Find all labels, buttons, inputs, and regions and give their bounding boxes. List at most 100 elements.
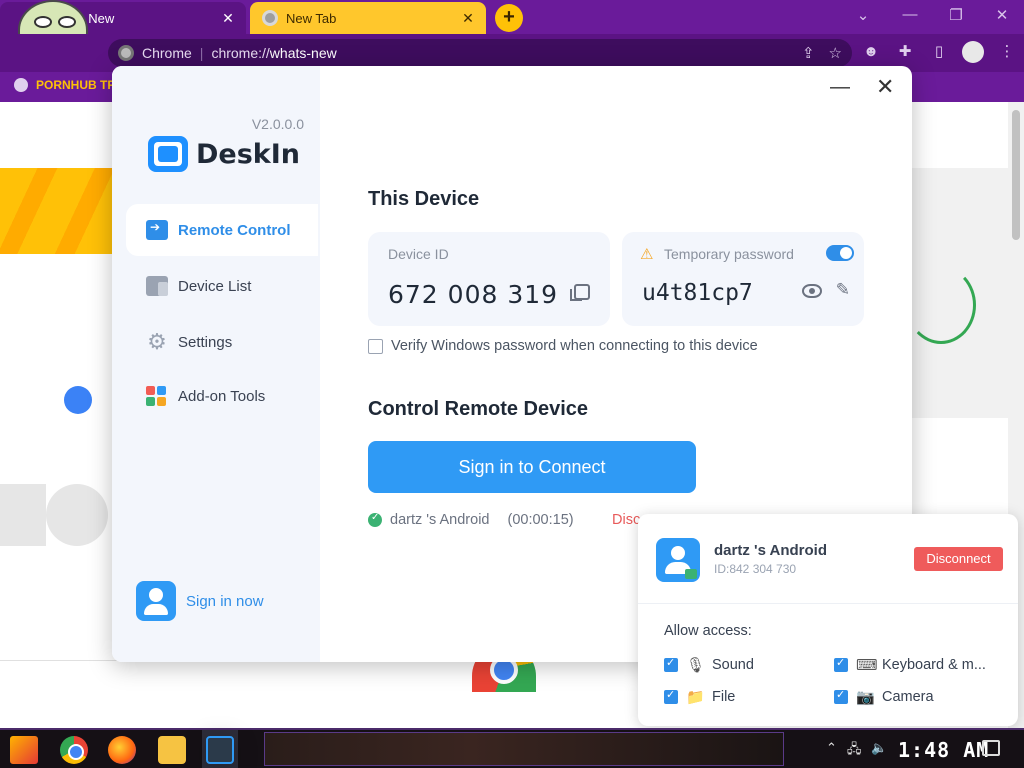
this-device-heading: This Device <box>368 188 480 210</box>
more-menu-icon[interactable]: ⋮ <box>996 41 1018 63</box>
tray-overflow-icon[interactable]: ⌃ <box>826 740 837 762</box>
device-id-label: Device ID <box>388 246 449 262</box>
file-explorer-taskbar-icon[interactable] <box>158 736 186 764</box>
deskin-taskbar-icon[interactable] <box>206 736 234 764</box>
side-panel-icon[interactable]: ▯ <box>928 41 950 63</box>
notification-center-icon[interactable] <box>982 740 1000 756</box>
taskbar-clock[interactable]: 1:48 AM <box>898 738 989 762</box>
password-toggle[interactable] <box>826 245 854 261</box>
share-icon[interactable]: ⇪ <box>802 44 815 62</box>
profile-avatar-icon[interactable] <box>962 41 984 63</box>
restore-window-button[interactable]: ❐ <box>944 6 968 24</box>
permission-sound[interactable]: 🎙 Sound <box>664 656 754 674</box>
password-label: Temporary password <box>664 246 794 262</box>
bookmark-item[interactable]: PORNHUB TR <box>14 78 116 92</box>
browser-tabstrip: t's New ✕ New Tab ✕ + ⌄ — ❐ ✕ <box>0 0 1024 60</box>
firefox-taskbar-icon[interactable] <box>108 736 136 764</box>
nav-device-list[interactable]: Device List <box>126 260 318 312</box>
remote-control-icon <box>146 220 168 240</box>
active-session: dartz 's Android (00:00:15) <box>368 512 574 528</box>
tab-label: t's New <box>72 10 115 26</box>
new-tab-button[interactable]: + <box>495 4 523 32</box>
permission-keyboard-mouse[interactable]: ⌨ Keyboard & m... <box>834 656 986 674</box>
frog-eye-icon <box>34 16 52 28</box>
omnibox-separator: | <box>199 45 204 61</box>
sign-in-to-connect-button[interactable]: Sign in to Connect <box>368 441 696 493</box>
chrome-taskbar-icon[interactable] <box>60 736 88 764</box>
network-icon[interactable]: 🖧 <box>847 740 862 762</box>
chrome-favicon-icon <box>262 10 278 26</box>
copy-icon[interactable] <box>570 284 590 301</box>
bookmark-label: PORNHUB TR <box>36 78 116 92</box>
disconnect-link[interactable]: Disc <box>612 512 640 528</box>
bookmark-star-icon[interactable]: ☆ <box>829 44 842 62</box>
connected-check-icon <box>368 512 382 527</box>
globe-icon <box>14 78 28 92</box>
permission-file[interactable]: 📁 File <box>664 688 735 706</box>
nav-settings[interactable]: ⚙ Settings <box>126 316 318 368</box>
sign-in-now-button[interactable]: Sign in now <box>136 581 264 621</box>
decorative-stripes <box>0 168 112 254</box>
permission-label: Camera <box>882 689 934 705</box>
tab-close-icon[interactable]: ✕ <box>458 10 478 27</box>
windows-taskbar: ⌃ 🖧 🔈 1:48 AM <box>0 728 1024 768</box>
site-chip: Chrome <box>142 45 192 61</box>
device-id-value: 672 008 319 <box>388 280 559 309</box>
scrollbar-thumb[interactable] <box>1012 110 1020 240</box>
tab-search-icon[interactable]: ⌄ <box>851 6 875 24</box>
deskin-logo: DeskIn <box>148 136 300 172</box>
verify-label: Verify Windows password when connecting … <box>391 338 758 354</box>
android-device-icon <box>656 538 700 582</box>
nav-label: Device List <box>178 277 252 295</box>
session-device-name: dartz 's Android <box>390 512 490 528</box>
url-scheme: chrome:// <box>211 45 270 61</box>
temporary-password-card: ⚠ Temporary password u4t81cp7 ✎ <box>622 232 864 326</box>
verify-windows-password[interactable]: Verify Windows password when connecting … <box>368 338 758 354</box>
brand-card: V2.0.0.0 DeskIn <box>112 66 320 200</box>
nav-remote-control[interactable]: Remote Control <box>126 204 318 256</box>
extensions-puzzle-icon[interactable]: ✚ <box>894 41 916 63</box>
control-remote-heading: Control Remote Device <box>368 398 589 420</box>
gear-icon: ⚙ <box>147 329 167 354</box>
nav-addon-tools[interactable]: Add-on Tools <box>126 370 318 422</box>
verify-checkbox[interactable] <box>368 338 383 354</box>
permission-camera[interactable]: 📷 Camera <box>834 688 934 706</box>
camera-checkbox[interactable] <box>834 688 848 704</box>
system-tray: ⌃ 🖧 🔈 <box>826 740 888 762</box>
addon-tools-icon <box>146 386 168 406</box>
device-list-icon <box>146 276 168 296</box>
permission-label: Sound <box>712 657 754 673</box>
folder-icon: 📁 <box>686 689 705 706</box>
edit-password-icon[interactable]: ✎ <box>836 280 850 300</box>
frog-eye-icon <box>58 16 76 28</box>
decorative-arc <box>906 266 976 344</box>
deskin-logo-icon <box>148 136 188 172</box>
session-duration: (00:00:15) <box>507 512 574 528</box>
show-password-icon[interactable] <box>802 284 822 298</box>
start-button-icon[interactable] <box>10 736 38 764</box>
disconnect-button[interactable]: Disconnect <box>914 547 1003 571</box>
volume-icon[interactable]: 🔈 <box>871 740 887 762</box>
tab-close-icon[interactable]: ✕ <box>218 10 238 27</box>
keyboard-icon: ⌨ <box>856 657 878 674</box>
nav-label: Remote Control <box>178 221 291 239</box>
file-checkbox[interactable] <box>664 688 678 704</box>
allow-access-label: Allow access: <box>664 623 752 639</box>
user-avatar-icon <box>136 581 176 621</box>
sound-checkbox[interactable] <box>664 656 678 672</box>
device-id-card: Device ID 672 008 319 <box>368 232 610 326</box>
extension-avatar-icon[interactable]: ☻ <box>860 41 882 63</box>
password-value: u4t81cp7 <box>642 280 753 306</box>
keyboard-checkbox[interactable] <box>834 656 848 672</box>
tab-new-tab[interactable]: New Tab ✕ <box>250 2 486 34</box>
minimize-window-button[interactable]: — <box>898 6 922 23</box>
decorative-dot <box>64 386 92 414</box>
connection-panel: dartz 's Android ID:842 304 730 Disconne… <box>638 514 1018 726</box>
close-window-button[interactable]: ✕ <box>990 6 1014 24</box>
connected-device-name: dartz 's Android <box>714 542 828 559</box>
nav-label: Settings <box>178 333 233 351</box>
connected-device-id: ID:842 304 730 <box>714 562 797 576</box>
permission-label: File <box>712 689 736 705</box>
address-bar[interactable]: Chrome | chrome://whats-new ⇪ ☆ <box>108 39 852 67</box>
permission-label: Keyboard & m... <box>882 657 986 673</box>
